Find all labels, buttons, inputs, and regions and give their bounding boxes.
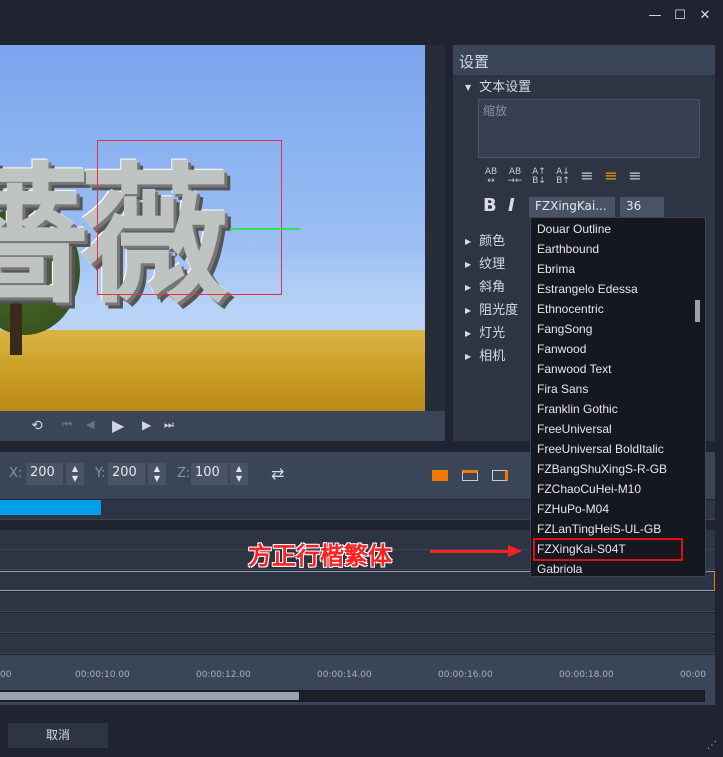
font-option[interactable]: FreeUniversal BoldItalic bbox=[537, 439, 664, 459]
section-label: 灯光 bbox=[479, 326, 506, 341]
font-option[interactable]: Fanwood Text bbox=[537, 359, 612, 379]
cancel-button[interactable]: 取消 bbox=[8, 723, 108, 748]
z-input[interactable]: 100 bbox=[191, 463, 228, 485]
font-option[interactable]: FangSong bbox=[537, 319, 592, 339]
font-option[interactable]: Estrangelo Edessa bbox=[537, 279, 638, 299]
ruler-label: 00:00 bbox=[680, 670, 706, 680]
x-label: X: bbox=[9, 466, 23, 481]
ruler-label: 00:00:18.00 bbox=[559, 670, 614, 680]
decrease-leading-icon[interactable]: A↓ B↑ bbox=[554, 168, 572, 186]
align-center-icon[interactable]: ≡ bbox=[602, 168, 620, 184]
ruler-label: 00:00:16.00 bbox=[438, 670, 493, 680]
font-dropdown-list[interactable]: Douar Outline Earthbound Ebrima Estrange… bbox=[530, 217, 706, 577]
font-option[interactable]: Ebrima bbox=[537, 259, 575, 279]
reset-icon[interactable]: ⇄ bbox=[271, 464, 284, 483]
annotation-label: 方正行楷繁体 bbox=[248, 542, 392, 570]
close-button[interactable]: ✕ bbox=[695, 6, 715, 26]
font-option[interactable]: Gabriola bbox=[537, 559, 582, 579]
y-stepper[interactable]: ▲ ▼ bbox=[148, 463, 166, 485]
bold-button[interactable]: B bbox=[483, 195, 497, 216]
section-label: 阻光度 bbox=[479, 303, 519, 318]
preview-canvas[interactable]: 薔薇 bbox=[0, 45, 425, 411]
timeline-track[interactable] bbox=[0, 592, 715, 612]
annotation-arrow-line bbox=[430, 550, 510, 553]
loop-icon[interactable]: ⟲ bbox=[31, 418, 43, 434]
x-stepper[interactable]: ▲ ▼ bbox=[66, 463, 84, 485]
section-label: 颜色 bbox=[479, 234, 506, 249]
text-settings-label: 文本设置 bbox=[479, 80, 532, 95]
text-settings-header[interactable]: ▼ 文本设置 bbox=[465, 76, 531, 95]
increase-leading-icon[interactable]: A↑ B↓ bbox=[530, 168, 548, 186]
font-option[interactable]: Douar Outline bbox=[537, 219, 611, 239]
maximize-button[interactable]: ☐ bbox=[670, 6, 690, 26]
font-option[interactable]: FZHuPo-M04 bbox=[537, 499, 609, 519]
font-option[interactable]: Earthbound bbox=[537, 239, 599, 259]
font-option[interactable]: Fira Sans bbox=[537, 379, 588, 399]
expand-spacing-icon[interactable]: AB ↔ bbox=[482, 168, 500, 186]
font-option[interactable]: FZBangShuXingS-R-GB bbox=[537, 459, 667, 479]
settings-title: 设置 bbox=[453, 45, 715, 75]
font-option[interactable]: FreeUniversal bbox=[537, 419, 612, 439]
section-label: 相机 bbox=[479, 349, 506, 364]
italic-button[interactable]: I bbox=[508, 195, 515, 216]
size-select[interactable]: 36 ▼ bbox=[620, 197, 664, 227]
cube-front-icon[interactable] bbox=[432, 470, 448, 481]
minimize-button[interactable]: — bbox=[645, 6, 665, 26]
font-select-value: FZXingKai... bbox=[535, 199, 607, 213]
go-first-icon[interactable]: ⏮ bbox=[62, 418, 72, 432]
font-option[interactable]: FZLanTingHeiS-UL-GB bbox=[537, 519, 661, 539]
play-button[interactable]: ▶ bbox=[112, 416, 124, 435]
section-label: 纹理 bbox=[479, 257, 506, 272]
resize-grip-icon[interactable]: ⋰ bbox=[707, 740, 717, 751]
section-camera[interactable]: ▶ 相机 bbox=[465, 345, 505, 364]
text-input[interactable]: 缩放 bbox=[478, 99, 700, 158]
arrow-head-icon bbox=[508, 545, 522, 557]
z-label: Z: bbox=[177, 466, 191, 481]
z-stepper[interactable]: ▲ ▼ bbox=[230, 463, 248, 485]
section-color[interactable]: ▶ 颜色 bbox=[465, 230, 505, 249]
section-lighting[interactable]: ▶ 灯光 bbox=[465, 322, 505, 341]
y-input[interactable]: 200 bbox=[108, 463, 145, 485]
highlight-box bbox=[533, 538, 683, 561]
cube-top-icon[interactable] bbox=[462, 470, 478, 481]
selection-box[interactable] bbox=[97, 140, 282, 295]
align-right-icon[interactable]: ≡ bbox=[626, 168, 644, 184]
y-label: Y: bbox=[95, 466, 106, 481]
font-option[interactable]: Ethnocentric bbox=[537, 299, 604, 319]
timeline-track[interactable] bbox=[0, 613, 715, 633]
condense-spacing-icon[interactable]: AB →← bbox=[506, 168, 524, 186]
go-last-icon[interactable]: ⏭ bbox=[164, 418, 174, 432]
dropdown-scrollbar-thumb[interactable] bbox=[695, 300, 700, 322]
x-input[interactable]: 200 bbox=[26, 463, 63, 485]
font-select[interactable]: FZXingKai... ▼ bbox=[529, 197, 615, 227]
title-bar bbox=[0, 0, 723, 32]
clip-bar[interactable] bbox=[0, 500, 101, 515]
section-texture[interactable]: ▶ 纹理 bbox=[465, 253, 505, 272]
ruler-label: 00:00:14.00 bbox=[317, 670, 372, 680]
align-left-icon[interactable]: ≡ bbox=[578, 168, 596, 184]
font-option[interactable]: Fanwood bbox=[537, 339, 586, 359]
cube-side-icon[interactable] bbox=[492, 470, 508, 481]
ruler-label: 00:00:12.00 bbox=[196, 670, 251, 680]
size-select-value: 36 bbox=[626, 199, 642, 213]
x-axis-handle[interactable] bbox=[230, 228, 300, 230]
section-label: 斜角 bbox=[479, 280, 506, 295]
font-option[interactable]: Franklin Gothic bbox=[537, 399, 618, 419]
section-bevel[interactable]: ▶ 斜角 bbox=[465, 276, 505, 295]
ruler-label: 00 bbox=[0, 670, 12, 680]
wheat-field bbox=[0, 330, 425, 411]
font-option[interactable]: FZChaoCuHei-M10 bbox=[537, 479, 641, 499]
splitter[interactable] bbox=[425, 45, 445, 411]
section-opacity[interactable]: ▶ 阻光度 bbox=[465, 299, 518, 318]
timeline-track[interactable] bbox=[0, 634, 715, 654]
scrollbar-thumb[interactable] bbox=[0, 692, 299, 700]
step-forward-icon[interactable]: ▶ bbox=[142, 418, 151, 432]
step-back-icon[interactable]: ◀ bbox=[86, 418, 94, 431]
ruler-label: 00:00:10.00 bbox=[75, 670, 130, 680]
